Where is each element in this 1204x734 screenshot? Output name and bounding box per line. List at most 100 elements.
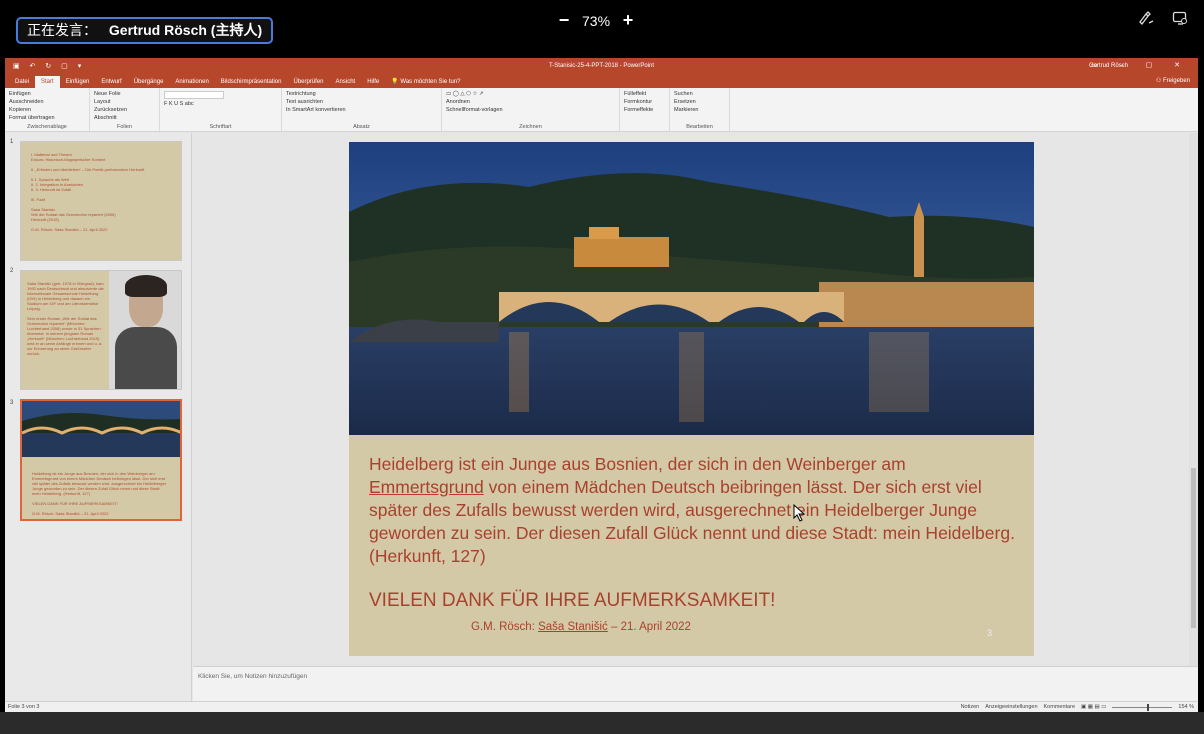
section-button[interactable]: Abschnitt <box>94 115 155 121</box>
shape-fill-button[interactable]: Fülleffekt <box>624 91 665 97</box>
layout-button[interactable]: Layout <box>94 99 155 105</box>
zoom-in-button[interactable]: + <box>620 10 636 31</box>
zoom-percent[interactable]: 154 % <box>1178 704 1194 710</box>
scrollbar-thumb[interactable] <box>1191 468 1196 628</box>
group-clipboard: Einfügen Ausschneiden Kopieren Format üb… <box>5 88 90 131</box>
title-bar: ▣ ↶ ↻ ▢ ▾ T-Stanisic-25-4-PPT-2018 - Pow… <box>5 58 1198 74</box>
group-label: Bearbeiten <box>686 124 713 130</box>
group-label: Zwischenablage <box>27 124 67 130</box>
mouse-cursor-icon <box>793 503 806 527</box>
group-label: Schriftart <box>209 124 232 130</box>
slide-editing-area[interactable]: Heidelberg ist ein Junge aus Bosnien, de… <box>193 133 1198 666</box>
text-direction-button[interactable]: Textrichtung <box>286 91 437 97</box>
shape-outline-button[interactable]: Formkontur <box>624 99 665 105</box>
group-slides: Neue Folie Layout Zurücksetzen Abschnitt… <box>90 88 160 131</box>
zoom-out-button[interactable]: − <box>556 10 572 31</box>
slide-thumbnail-1[interactable]: I. Matterial und Thesen Exkurs: Historis… <box>20 141 182 261</box>
thanks-heading[interactable]: VIELEN DANK FÜR IHRE AUFMERKSAMKEIT! <box>369 590 775 612</box>
format-painter-button[interactable]: Format übertragen <box>9 115 85 121</box>
reset-button[interactable]: Zurücksetzen <box>94 107 155 113</box>
font-format-buttons[interactable]: F K U S abc <box>164 101 277 107</box>
meeting-toolbar: 正在发言： Gertrud Rösch (主持人) − 73% + <box>0 0 1204 48</box>
slide-credit[interactable]: G.M. Rösch: Saša Stanišić – 21. April 20… <box>471 621 691 633</box>
slide-thumbnail-3[interactable]: Heidelberg ist ein Junge aus Bosnien, de… <box>20 399 182 521</box>
thumbnail-text: I. Matterial und Thesen Exkurs: Historis… <box>31 152 145 232</box>
replace-button[interactable]: Ersetzen <box>674 99 725 105</box>
tell-me-label: Was möchten Sie tun? <box>400 79 461 85</box>
speaker-label: 正在发言： <box>27 22 97 38</box>
slide-thumbnail-2[interactable]: Saša Stanišić (geb. 1978 in Višegrad), k… <box>20 270 182 390</box>
tab-ueberpruefen[interactable]: Überprüfen <box>287 76 329 88</box>
new-slide-button[interactable]: Neue Folie <box>94 91 155 97</box>
tab-bildschirmpraesentation[interactable]: Bildschirmpräsentation <box>215 76 288 88</box>
comments-button[interactable]: Kommentare <box>1044 704 1076 710</box>
heidelberg-thumbnail-image <box>22 401 180 457</box>
share-label: Freigeben <box>1162 78 1190 84</box>
zoom-level: 73% <box>582 12 611 29</box>
workspace: 1 I. Matterial und Thesen Exkurs: Histor… <box>5 133 1198 701</box>
select-button[interactable]: Markieren <box>674 107 725 113</box>
share-button[interactable]: ⚇ Freigeben <box>1156 77 1190 84</box>
group-drawing-format: Fülleffekt Formkontur Formeffekte <box>620 88 670 131</box>
view-buttons[interactable]: ▣ ▦ ▤ ▭ <box>1081 704 1106 710</box>
align-text-button[interactable]: Text ausrichten <box>286 99 437 105</box>
group-drawing: ▭ ◯ △ ⬠ ☆ ↗ Anordnen Schnellformat-vorla… <box>442 88 620 131</box>
tab-entwurf[interactable]: Entwurf <box>95 76 127 88</box>
display-settings-button[interactable]: Anzeigeeinstellungen <box>985 704 1037 710</box>
slide-thumbnails-pane[interactable]: 1 I. Matterial und Thesen Exkurs: Histor… <box>5 133 192 701</box>
paste-button[interactable]: Einfügen <box>9 91 85 97</box>
font-family-select[interactable] <box>164 91 224 99</box>
shapes-gallery[interactable]: ▭ ◯ △ ⬠ ☆ ↗ <box>446 91 615 97</box>
thumbnail-text: Saša Stanišić (geb. 1978 in Višegrad), k… <box>27 281 104 356</box>
ribbon: Einfügen Ausschneiden Kopieren Format üb… <box>5 88 1198 132</box>
author-portrait-image <box>109 271 181 389</box>
status-bar: Folie 3 von 3 Notizen Anzeigeeinstellung… <box>5 701 1198 712</box>
current-slide[interactable]: Heidelberg ist ein Junge aus Bosnien, de… <box>349 142 1034 656</box>
slide-number: 3 <box>986 628 992 638</box>
tab-start[interactable]: Start <box>35 76 60 88</box>
tab-uebergaenge[interactable]: Übergänge <box>128 76 170 88</box>
body-text-part: Heidelberg ist ein Junge aus Bosnien, de… <box>369 454 906 474</box>
speaker-name: Gertrud Rösch (主持人) <box>108 22 263 38</box>
quick-styles-button[interactable]: Schnellformat-vorlagen <box>446 107 615 113</box>
group-paragraph: Textrichtung Text ausrichten In SmartArt… <box>282 88 442 131</box>
credit-author: G.M. Rösch: <box>471 621 539 633</box>
arrange-button[interactable]: Anordnen <box>446 99 615 105</box>
tab-ansicht[interactable]: Ansicht <box>330 76 362 88</box>
vertical-scrollbar[interactable] <box>1189 133 1198 666</box>
person-icon: ⚇ <box>1155 78 1162 84</box>
group-label: Absatz <box>353 124 370 130</box>
tab-einfuegen[interactable]: Einfügen <box>60 76 96 88</box>
copy-button[interactable]: Kopieren <box>9 107 85 113</box>
tab-animationen[interactable]: Animationen <box>169 76 214 88</box>
ribbon-tabs: Datei Start Einfügen Entwurf Übergänge A… <box>5 74 1198 88</box>
meeting-bottom-bar <box>0 712 1204 734</box>
find-button[interactable]: Suchen <box>674 91 725 97</box>
shape-effects-button[interactable]: Formeffekte <box>624 107 665 113</box>
powerpoint-window: ▣ ↶ ↻ ▢ ▾ T-Stanisic-25-4-PPT-2018 - Pow… <box>5 58 1198 712</box>
group-editing: Suchen Ersetzen Markieren Bearbeiten <box>670 88 730 131</box>
active-speaker-indicator: 正在发言： Gertrud Rösch (主持人) <box>16 17 274 44</box>
document-title: T-Stanisic-25-4-PPT-2018 - PowerPoint <box>548 63 655 69</box>
tab-hilfe[interactable]: Hilfe <box>361 76 385 88</box>
group-label: Zeichnen <box>519 124 542 130</box>
thumbnail-number: 3 <box>10 400 14 406</box>
slide-counter: Folie 3 von 3 <box>8 704 40 710</box>
tab-datei[interactable]: Datei <box>9 76 35 88</box>
tell-me-search[interactable]: 💡 Was möchten Sie tun? <box>385 76 466 88</box>
thumbnail-number: 1 <box>10 139 14 145</box>
group-label: Folien <box>117 124 132 130</box>
convert-smartart-button[interactable]: In SmartArt konvertieren <box>286 107 437 113</box>
zoom-control: − 73% + <box>556 10 636 31</box>
slide-body-text[interactable]: Heidelberg ist ein Junge aus Bosnien, de… <box>369 453 1019 568</box>
thumbnail-number: 2 <box>10 268 14 274</box>
notes-toggle-button[interactable]: Notizen <box>961 704 980 710</box>
zoom-slider[interactable] <box>1112 703 1173 711</box>
emmertsgrund-text: Emmertsgrund <box>369 477 484 497</box>
screen-share-options-icon[interactable] <box>1172 10 1188 30</box>
window-controls[interactable]: ▭ – ▢ ✕ <box>1091 61 1190 69</box>
annotate-icon[interactable] <box>1138 10 1154 30</box>
notes-pane[interactable]: Klicken Sie, um Notizen hinzuzufügen <box>193 666 1198 701</box>
group-font: F K U S abc Schriftart <box>160 88 282 131</box>
cut-button[interactable]: Ausschneiden <box>9 99 85 105</box>
